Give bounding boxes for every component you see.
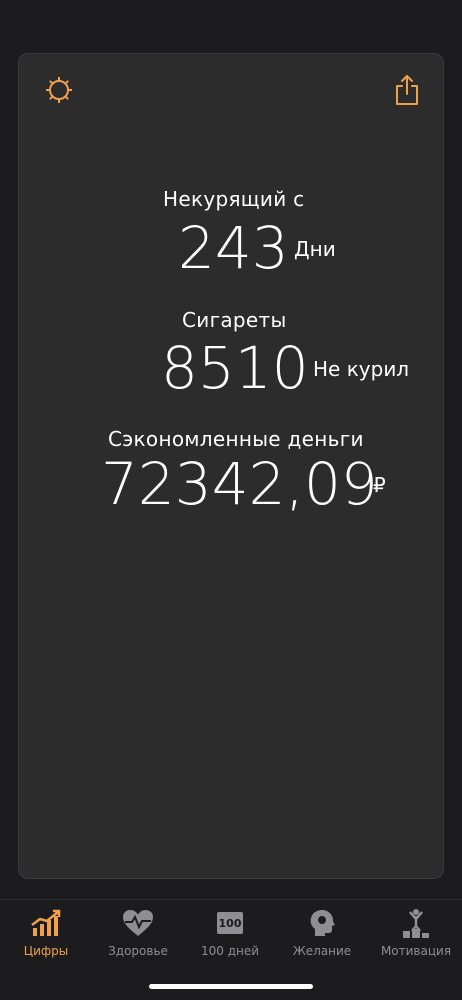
heart-icon [92, 906, 184, 940]
home-indicator[interactable] [149, 984, 313, 989]
gear-icon[interactable] [39, 70, 79, 110]
trophy-icon [370, 906, 462, 940]
hundred-icon: 100 [184, 906, 276, 940]
share-icon[interactable] [387, 70, 427, 110]
chart-icon [0, 906, 92, 940]
head-icon [276, 906, 368, 940]
tab-label-motivation: Мотивация [380, 944, 452, 958]
tab-100-days[interactable]: 100 100 дней [184, 906, 276, 966]
tab-health[interactable]: Здоровье [92, 906, 184, 966]
currency-symbol: ₽ [373, 473, 386, 497]
svg-text:100: 100 [219, 917, 242, 930]
smokefree-days-value: 243 [178, 214, 289, 282]
smokefree-label: Некурящий с [163, 187, 305, 211]
stats-card: Некурящий с 243 Дни Сигареты 8510 Не кур… [18, 53, 444, 879]
tab-motivation[interactable]: Мотивация [370, 906, 462, 966]
money-label: Сэкономленные деньги [108, 427, 364, 451]
cigarettes-unit: Не курил [313, 357, 410, 381]
tab-craving[interactable]: Желание [276, 906, 368, 966]
tab-label-numbers: Цифры [23, 944, 69, 958]
cigarettes-value: 8510 [161, 334, 309, 402]
tab-label-health: Здоровье [108, 944, 168, 958]
tab-numbers[interactable]: Цифры [0, 906, 92, 966]
cigarettes-label: Сигареты [182, 308, 287, 332]
tab-label-craving: Желание [292, 944, 352, 958]
tab-label-100-days: 100 дней [200, 944, 260, 958]
smokefree-unit: Дни [294, 237, 336, 261]
money-value: 72342,09 [101, 450, 378, 518]
